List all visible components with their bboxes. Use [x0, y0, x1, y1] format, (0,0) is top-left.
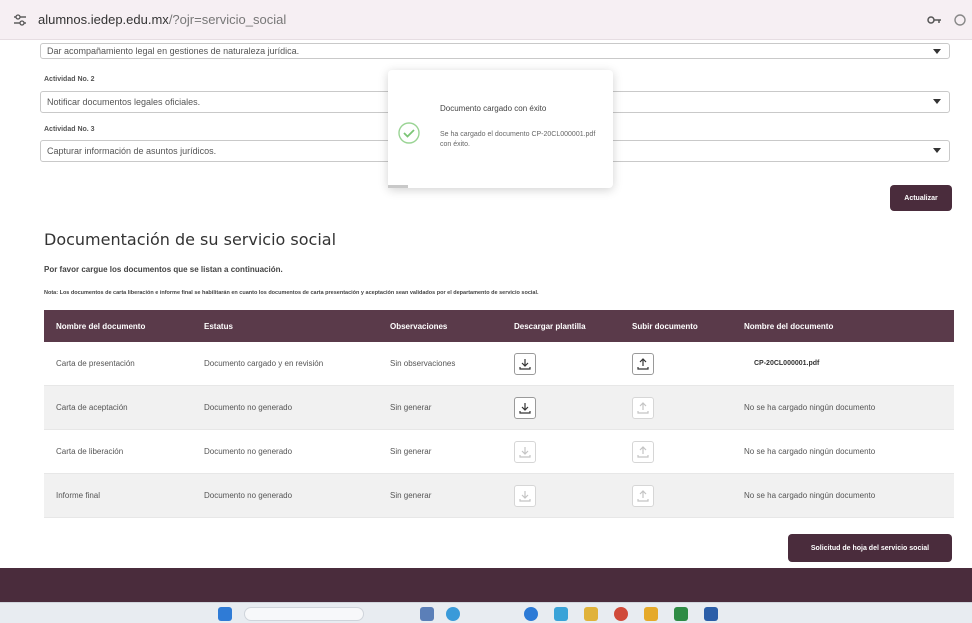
uploaded-file-name: No se ha cargado ningún documento [744, 491, 876, 500]
download-icon [519, 358, 531, 370]
url-field[interactable]: alumnos.iedep.edu.mx/?ojr=servicio_socia… [38, 12, 286, 27]
chrome-icon[interactable] [614, 607, 628, 621]
request-sheet-button[interactable]: Solicitud de hoja del servicio social [788, 534, 952, 562]
section-subtitle: Por favor cargue los documentos que se l… [44, 265, 283, 274]
doc-name: Carta de presentación [56, 359, 135, 368]
upload-document-button[interactable] [632, 484, 654, 507]
browser-icon[interactable] [524, 607, 538, 621]
table-row: Informe final Documento no generado Sin … [44, 474, 954, 518]
update-button[interactable]: Actualizar [890, 185, 952, 211]
activity-1-value: Dar acompañamiento legal en gestiones de… [47, 46, 300, 56]
extension-icon[interactable] [952, 12, 968, 28]
chevron-down-icon [933, 148, 941, 153]
doc-name: Informe final [56, 491, 101, 500]
doc-status: Documento no generado [204, 447, 293, 456]
section-title: Documentación de su servicio social [44, 230, 337, 249]
section-note: Nota: Los documentos de carta liberación… [44, 290, 539, 296]
windows-start-icon[interactable] [218, 607, 232, 621]
doc-status: Documento no generado [204, 403, 293, 412]
table-row: Carta de presentación Documento cargado … [44, 342, 954, 386]
download-template-button[interactable] [514, 440, 536, 463]
header-status: Estatus [204, 321, 233, 331]
doc-observations: Sin generar [390, 447, 432, 456]
upload-icon [637, 357, 649, 370]
taskbar-search-box[interactable] [244, 607, 364, 621]
table-row: Carta de aceptación Documento no generad… [44, 386, 954, 430]
task-view-icon[interactable] [420, 607, 434, 621]
upload-icon [637, 489, 649, 502]
os-taskbar [0, 602, 972, 623]
download-icon [519, 490, 531, 502]
toast-title: Documento cargado con éxito [440, 104, 547, 113]
download-template-button[interactable] [514, 352, 536, 375]
header-observations: Observaciones [390, 321, 448, 331]
documents-table: Nombre del documento Estatus Observacion… [44, 310, 954, 518]
uploaded-file-name[interactable]: CP-20CL000001.pdf [730, 360, 954, 367]
word-icon[interactable] [704, 607, 718, 621]
table-row: Carta de liberación Documento no generad… [44, 430, 954, 474]
download-icon [519, 446, 531, 458]
chevron-down-icon [933, 99, 941, 104]
upload-icon [637, 445, 649, 458]
doc-observations: Sin generar [390, 491, 432, 500]
chevron-down-icon [933, 49, 941, 54]
activity-2-value: Notificar documentos legales oficiales. [47, 97, 201, 107]
download-template-button[interactable] [514, 484, 536, 507]
edge-browser-icon[interactable] [446, 607, 460, 621]
folder-icon[interactable] [584, 607, 598, 621]
url-host: alumnos.iedep.edu.mx [38, 12, 169, 27]
page-footer [0, 568, 972, 602]
store-icon[interactable] [554, 607, 568, 621]
toast-progress-bar [388, 185, 408, 188]
header-document-name: Nombre del documento [56, 321, 146, 331]
download-template-button[interactable] [514, 396, 536, 419]
success-toast[interactable]: Documento cargado con éxito Se ha cargad… [388, 70, 613, 188]
activity-1-select[interactable]: Dar acompañamiento legal en gestiones de… [40, 43, 950, 59]
doc-status: Documento no generado [204, 491, 293, 500]
uploaded-file-name: No se ha cargado ningún documento [744, 403, 876, 412]
upload-document-button[interactable] [632, 440, 654, 463]
upload-document-button[interactable] [632, 396, 654, 419]
activity-3-label: Actividad No. 3 [44, 126, 95, 133]
doc-name: Carta de aceptación [56, 403, 128, 412]
page-content: Dar acompañamiento legal en gestiones de… [0, 40, 972, 568]
header-file-name: Nombre del documento [744, 321, 834, 331]
success-check-icon [398, 122, 420, 144]
upload-icon [637, 401, 649, 414]
header-upload-document: Subir documento [632, 321, 698, 331]
header-download-template: Descargar plantilla [514, 321, 586, 331]
browser-address-bar: alumnos.iedep.edu.mx/?ojr=servicio_socia… [0, 0, 972, 40]
url-path: /?ojr=servicio_social [168, 12, 287, 27]
key-icon[interactable] [926, 12, 942, 28]
doc-observations: Sin observaciones [390, 359, 456, 368]
upload-document-button[interactable] [632, 352, 654, 375]
site-settings-icon[interactable] [13, 13, 27, 27]
excel-icon[interactable] [674, 607, 688, 621]
activity-2-label: Actividad No. 2 [44, 76, 95, 83]
doc-name: Carta de liberación [56, 447, 124, 456]
toast-message: Se ha cargado el documento CP-20CL000001… [440, 131, 596, 148]
doc-observations: Sin generar [390, 403, 432, 412]
doc-status: Documento cargado y en revisión [204, 359, 324, 368]
table-header: Nombre del documento Estatus Observacion… [44, 310, 954, 342]
file-explorer-icon[interactable] [644, 607, 658, 621]
uploaded-file-name: No se ha cargado ningún documento [744, 447, 876, 456]
download-icon [519, 402, 531, 414]
activity-3-value: Capturar información de asuntos jurídico… [47, 146, 217, 156]
